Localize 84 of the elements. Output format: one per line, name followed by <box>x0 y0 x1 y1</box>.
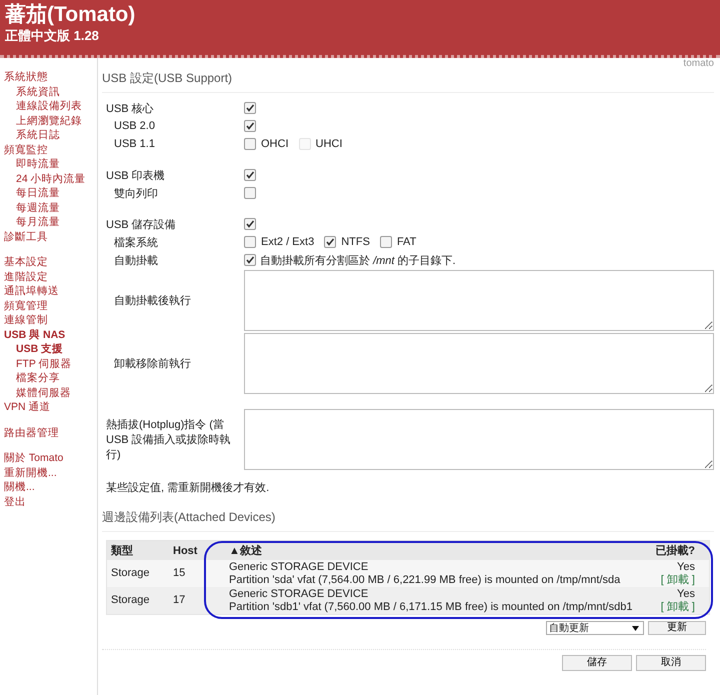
form-button[interactable]: 儲存 <box>562 655 632 671</box>
unmount-link[interactable]: [ 卸載 ] <box>660 600 695 612</box>
nav-link[interactable]: 進階設定 <box>4 270 97 284</box>
note-text: 某些設定值, 需重新開機後才有效. <box>105 480 270 495</box>
nav-link[interactable]: USB 與 NAS <box>4 328 97 342</box>
nav-link[interactable]: 上網瀏覽紀錄 <box>4 114 97 128</box>
version-label: 正體中文版 1.28 <box>5 28 100 44</box>
setting-label: USB 儲存設備 <box>105 218 177 232</box>
command-textarea[interactable] <box>244 333 714 394</box>
setting-label: USB 印表機 <box>105 168 166 182</box>
nav-link[interactable]: FTP 伺服器 <box>4 356 97 371</box>
setting-label: USB 2.0 <box>113 120 156 132</box>
column-header[interactable]: 類型 <box>106 540 169 560</box>
checkbox-label: Ext2 / Ext3 <box>261 236 314 248</box>
section-title: 週邊設備列表(Attached Devices) <box>102 509 714 532</box>
description-line: Generic STORAGE DEVICE <box>229 588 370 600</box>
checkbox[interactable] <box>244 187 256 199</box>
nav-link[interactable]: 系統狀態 <box>4 70 97 84</box>
nav-link[interactable]: 診斷工具 <box>4 230 97 244</box>
refresh-button[interactable]: 更新 <box>648 621 706 635</box>
setting-label: 檔案系統 <box>113 236 159 250</box>
checkbox-label: FAT <box>396 236 416 248</box>
command-textarea[interactable] <box>244 409 714 470</box>
nav-link[interactable]: 每週流量 <box>4 200 97 215</box>
nav-link[interactable]: 關機... <box>4 480 97 494</box>
mounted-status: Yes <box>676 588 695 600</box>
nav-link[interactable]: 基本設定 <box>4 255 97 270</box>
section-title: USB 設定(USB Support) <box>102 70 714 93</box>
nav-link[interactable]: 系統日誌 <box>4 128 97 142</box>
checkbox[interactable] <box>244 120 256 132</box>
mounted-status: Yes <box>676 561 695 574</box>
checkbox[interactable] <box>244 254 256 266</box>
table-cell: Storage <box>106 587 169 614</box>
checkbox[interactable] <box>244 138 256 150</box>
nav-link[interactable]: 頻寬管理 <box>4 298 97 313</box>
nav-link[interactable]: 關於 Tomato <box>4 451 97 466</box>
app-title: 蕃茄(Tomato) <box>5 2 136 28</box>
description-line: Generic STORAGE DEVICE <box>229 561 370 574</box>
nav-link[interactable]: 登出 <box>4 494 97 509</box>
nav-link[interactable]: 連線設備列表 <box>4 99 97 114</box>
column-header[interactable]: Host <box>169 540 207 560</box>
nav-link[interactable]: 24 小時內流量 <box>4 172 97 186</box>
checkbox[interactable] <box>244 236 256 248</box>
refresh-select[interactable]: 自動更新 <box>546 621 644 635</box>
dropdown-arrow-icon <box>632 626 639 630</box>
checkbox-label: UHCI <box>316 138 342 150</box>
column-header[interactable]: ▲敘述 <box>207 540 650 560</box>
setting-label: 雙向列印 <box>113 186 159 200</box>
nav-link[interactable]: 每日流量 <box>4 186 97 200</box>
nav-link[interactable]: 重新開機... <box>4 466 97 480</box>
checkbox[interactable] <box>244 218 256 230</box>
checkbox[interactable] <box>244 169 256 181</box>
description-line: Partition 'sda' vfat (7,564.00 MB / 6,221.99 MB free) is mounted on /tmp/mnt/sda <box>229 574 622 586</box>
form-button[interactable]: 取消 <box>636 655 706 671</box>
description-line: Partition 'sdb1' vfat (7,560.00 MB / 6,171.15 MB free) is mounted on /tmp/mnt/sdb1 <box>229 600 634 613</box>
nav-link[interactable]: 每月流量 <box>4 215 97 230</box>
checkbox[interactable] <box>380 236 392 248</box>
nav-link[interactable]: USB 支援 <box>4 342 97 356</box>
table-cell: 17 <box>169 587 207 614</box>
checkbox-label: 自動掛載所有分割區於 /mnt 的子目錄下. <box>260 254 456 268</box>
nav-link[interactable]: 連線管制 <box>4 313 97 328</box>
setting-label: 自動掛載後執行 <box>113 294 192 308</box>
checkbox[interactable] <box>324 236 336 248</box>
nav-link[interactable]: 通訊埠轉送 <box>4 284 97 298</box>
setting-label: 卸載移除前執行 <box>113 357 192 371</box>
router-name: tomato <box>682 58 714 70</box>
nav-link[interactable]: VPN 通道 <box>4 400 97 414</box>
nav-link[interactable]: 系統資訊 <box>4 84 97 99</box>
setting-label: 自動掛載 <box>113 254 159 268</box>
nav-link[interactable]: 路由器管理 <box>4 426 97 440</box>
nav-link[interactable]: 檔案分享 <box>4 371 97 386</box>
nav-link[interactable]: 即時流量 <box>4 157 97 172</box>
nav-link[interactable]: 媒體伺服器 <box>4 386 97 400</box>
table-cell: Storage <box>106 560 169 587</box>
unmount-link[interactable]: [ 卸載 ] <box>660 574 695 586</box>
setting-label: 熱插拔(Hotplug)指令 (當 USB 設備插入或拔除時執行) <box>105 418 232 462</box>
checkbox[interactable] <box>244 102 256 114</box>
setting-label: USB 核心 <box>105 102 155 116</box>
setting-label: USB 1.1 <box>113 138 156 150</box>
table-cell: 15 <box>169 560 207 587</box>
checkbox-label: OHCI <box>261 138 288 150</box>
checkbox-label: NTFS <box>341 236 370 248</box>
nav-link[interactable]: 頻寬監控 <box>4 142 97 157</box>
column-header[interactable]: 已掛載? <box>649 540 710 560</box>
